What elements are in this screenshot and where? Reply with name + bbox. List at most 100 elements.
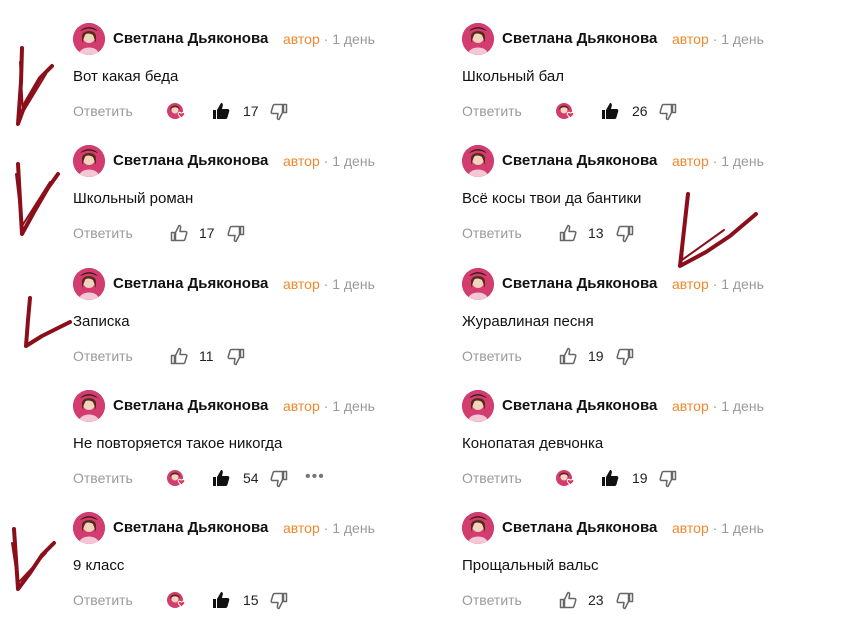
author-heart-reaction-icon bbox=[555, 469, 577, 489]
avatar[interactable] bbox=[462, 512, 494, 544]
author-heart-reaction-icon bbox=[166, 469, 188, 489]
comment-meta: автор · 1 день bbox=[283, 276, 375, 292]
thumbs-down-icon[interactable] bbox=[615, 347, 635, 367]
comment-item: Светлана Дьяконова автор · 1 день Школьный… bbox=[462, 23, 802, 123]
thumbs-up-filled-icon[interactable] bbox=[600, 101, 620, 121]
handwritten-check-mark bbox=[11, 527, 56, 591]
comment-actions: Ответить 17 bbox=[73, 222, 413, 246]
comment-item: Светлана Дьяконова автор · 1 день Вот кака… bbox=[73, 23, 413, 123]
like-count: 23 bbox=[588, 592, 604, 608]
comment-item: Светлана Дьяконова автор · 1 день Школьный… bbox=[73, 145, 413, 245]
like-count: 11 bbox=[199, 348, 214, 364]
author-badge: автор bbox=[283, 276, 320, 292]
author-badge: автор bbox=[283, 153, 320, 169]
thumbs-down-icon[interactable] bbox=[226, 347, 246, 367]
author-name[interactable]: Светлана Дьяконова bbox=[113, 30, 268, 47]
author-heart-reaction-icon bbox=[166, 102, 188, 122]
like-count: 54 bbox=[243, 470, 259, 486]
meta-separator: · bbox=[708, 398, 722, 414]
avatar[interactable] bbox=[73, 268, 105, 300]
author-badge: автор bbox=[672, 153, 709, 169]
thumbs-up-icon[interactable] bbox=[169, 223, 189, 243]
avatar[interactable] bbox=[73, 512, 105, 544]
thumbs-down-icon[interactable] bbox=[615, 591, 635, 611]
thumbs-down-icon[interactable] bbox=[269, 469, 289, 489]
avatar[interactable] bbox=[462, 390, 494, 422]
comment-time: 1 день bbox=[721, 276, 764, 292]
thumbs-up-filled-icon[interactable] bbox=[211, 101, 231, 121]
thumbs-up-icon[interactable] bbox=[558, 223, 578, 243]
thumbs-up-icon[interactable] bbox=[169, 346, 189, 366]
comment-time: 1 день bbox=[332, 398, 375, 414]
comment-time: 1 день bbox=[721, 153, 764, 169]
meta-separator: · bbox=[319, 276, 333, 292]
like-count: 26 bbox=[632, 103, 648, 119]
author-name[interactable]: Светлана Дьяконова bbox=[502, 275, 657, 292]
comment-text: Конопатая девчонка bbox=[462, 435, 604, 452]
reply-button[interactable]: Ответить bbox=[73, 470, 133, 486]
meta-separator: · bbox=[319, 520, 333, 536]
meta-separator: · bbox=[319, 31, 333, 47]
thumbs-up-filled-icon[interactable] bbox=[211, 590, 231, 610]
reply-button[interactable]: Ответить bbox=[73, 225, 133, 241]
thumbs-up-filled-icon[interactable] bbox=[600, 468, 620, 488]
comment-actions: Ответить 19 bbox=[462, 467, 802, 491]
author-name[interactable]: Светлана Дьяконова bbox=[502, 30, 657, 47]
comment-time: 1 день bbox=[721, 520, 764, 536]
like-count: 15 bbox=[243, 592, 259, 608]
comment-actions: Ответить 15 bbox=[73, 589, 413, 613]
comment-meta: автор · 1 день bbox=[672, 520, 764, 536]
comment-text: Вот какая беда bbox=[73, 68, 179, 85]
more-options-icon[interactable]: ••• bbox=[305, 468, 325, 486]
thumbs-up-filled-icon[interactable] bbox=[211, 468, 231, 488]
thumbs-down-icon[interactable] bbox=[269, 591, 289, 611]
avatar[interactable] bbox=[73, 390, 105, 422]
thumbs-down-icon[interactable] bbox=[269, 102, 289, 122]
thumbs-up-icon[interactable] bbox=[558, 590, 578, 610]
author-name[interactable]: Светлана Дьяконова bbox=[502, 152, 657, 169]
author-name[interactable]: Светлана Дьяконова bbox=[113, 397, 268, 414]
comment-text: Записка bbox=[73, 313, 130, 330]
author-heart-reaction-icon bbox=[555, 102, 577, 122]
reply-button[interactable]: Ответить bbox=[462, 225, 522, 241]
author-name[interactable]: Светлана Дьяконова bbox=[113, 519, 268, 536]
author-badge: автор bbox=[283, 31, 320, 47]
thumbs-up-icon[interactable] bbox=[558, 346, 578, 366]
like-count: 19 bbox=[632, 470, 648, 486]
author-badge: автор bbox=[672, 276, 709, 292]
avatar[interactable] bbox=[73, 23, 105, 55]
comment-text: Школьный бал bbox=[462, 68, 565, 85]
reply-button[interactable]: Ответить bbox=[462, 103, 522, 119]
thumbs-down-icon[interactable] bbox=[658, 102, 678, 122]
comment-meta: автор · 1 день bbox=[672, 398, 764, 414]
thumbs-down-icon[interactable] bbox=[615, 224, 635, 244]
reply-button[interactable]: Ответить bbox=[73, 592, 133, 608]
avatar[interactable] bbox=[462, 23, 494, 55]
reply-button[interactable]: Ответить bbox=[73, 348, 133, 364]
reply-button[interactable]: Ответить bbox=[462, 592, 522, 608]
comment-text: 9 класс bbox=[73, 557, 125, 574]
author-name[interactable]: Светлана Дьяконова bbox=[502, 397, 657, 414]
author-name[interactable]: Светлана Дьяконова bbox=[502, 519, 657, 536]
comment-item: Светлана Дьяконова автор · 1 день Не повто… bbox=[73, 390, 413, 490]
avatar[interactable] bbox=[462, 145, 494, 177]
thumbs-down-icon[interactable] bbox=[226, 224, 246, 244]
author-name[interactable]: Светлана Дьяконова bbox=[113, 275, 268, 292]
avatar[interactable] bbox=[462, 268, 494, 300]
comment-item: Светлана Дьяконова автор · 1 день Записка О… bbox=[73, 268, 413, 368]
comment-actions: Ответить 11 bbox=[73, 345, 413, 369]
thumbs-down-icon[interactable] bbox=[658, 469, 678, 489]
author-badge: автор bbox=[283, 520, 320, 536]
avatar[interactable] bbox=[73, 145, 105, 177]
author-name[interactable]: Светлана Дьяконова bbox=[113, 152, 268, 169]
author-badge: автор bbox=[672, 520, 709, 536]
comment-meta: автор · 1 день bbox=[283, 153, 375, 169]
like-count: 19 bbox=[588, 348, 604, 364]
comment-text: Всё косы твои да бантики bbox=[462, 190, 642, 207]
comment-meta: автор · 1 день bbox=[283, 520, 375, 536]
reply-button[interactable]: Ответить bbox=[73, 103, 133, 119]
reply-button[interactable]: Ответить bbox=[462, 348, 522, 364]
meta-separator: · bbox=[708, 276, 722, 292]
comment-actions: Ответить 26 bbox=[462, 100, 802, 124]
reply-button[interactable]: Ответить bbox=[462, 470, 522, 486]
